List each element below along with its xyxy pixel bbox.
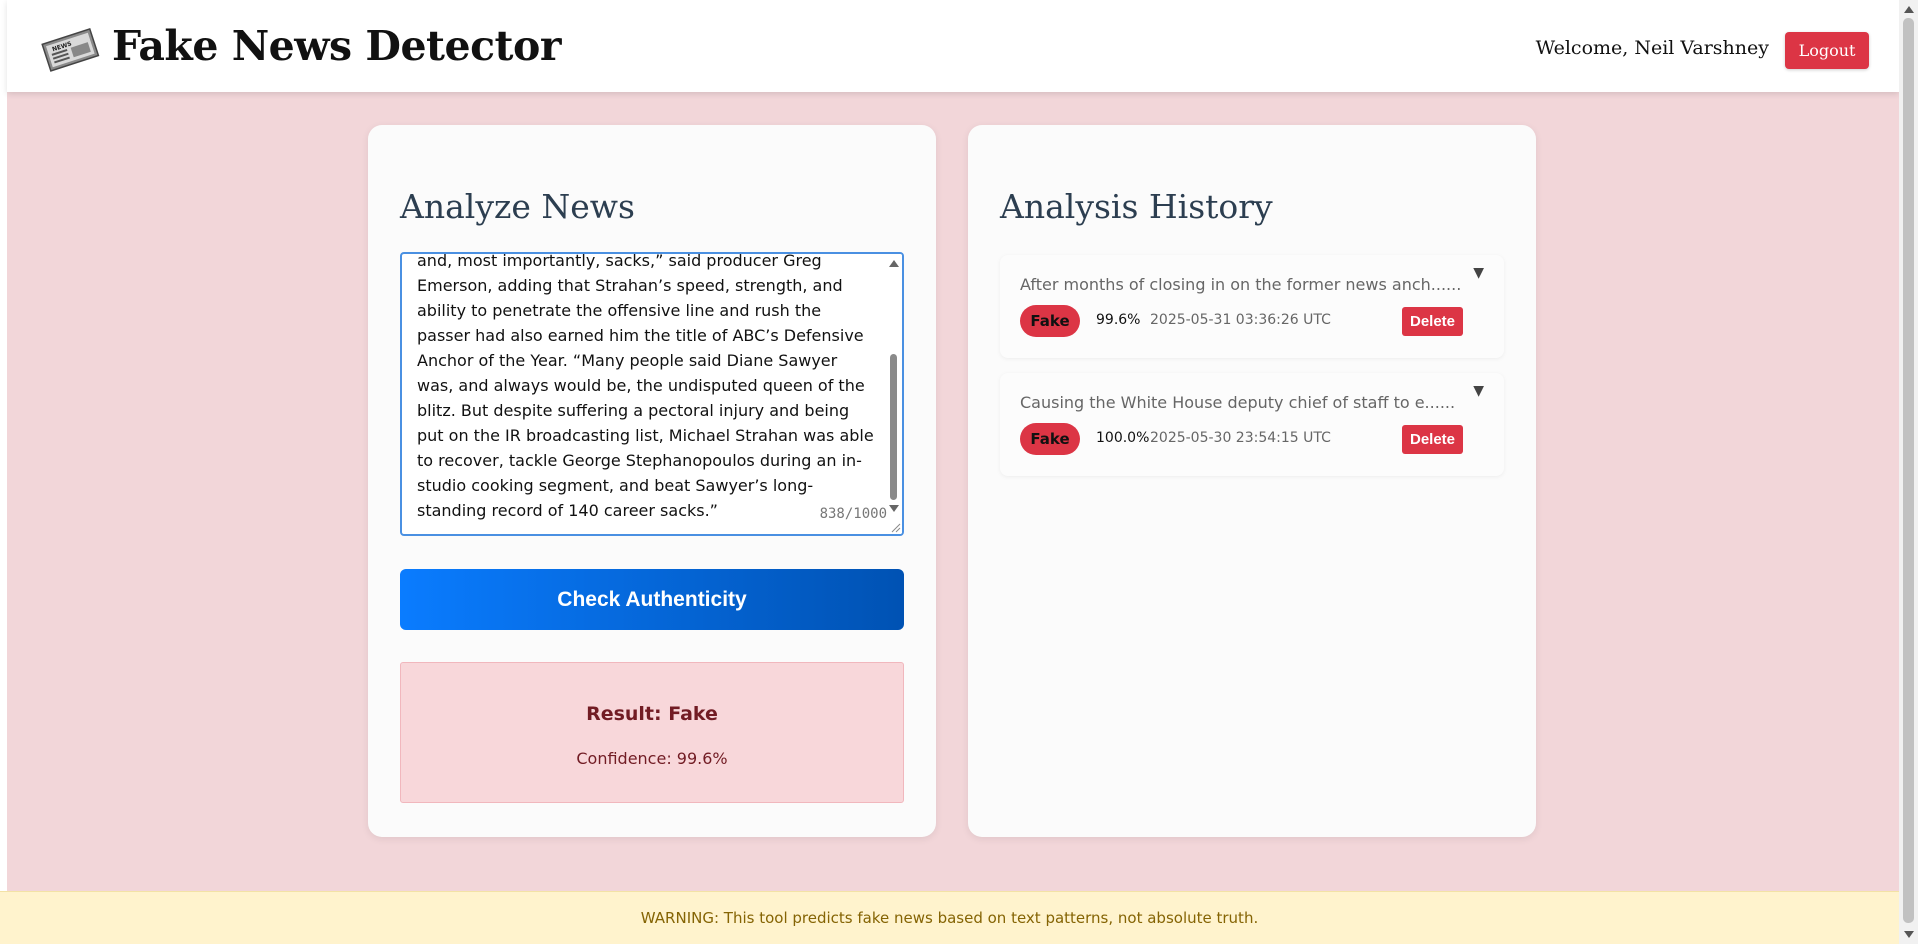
warning-footer: WARNING: This tool predicts fake news ba… — [0, 891, 1899, 944]
page-scroll-up-icon[interactable] — [1904, 6, 1914, 13]
history-confidence: 100.0% — [1096, 430, 1150, 446]
logout-button[interactable]: Logout — [1785, 32, 1869, 69]
page-background — [0, 0, 1899, 944]
result-label: Result: Fake — [586, 703, 718, 725]
scroll-down-icon[interactable] — [889, 505, 899, 512]
page-scrollbar[interactable] — [1899, 0, 1918, 944]
app-title: Fake News Detector — [112, 22, 561, 70]
welcome-message: Welcome, Neil Varshney — [1535, 37, 1769, 59]
history-item[interactable]: Causing the White House deputy chief of … — [1000, 373, 1504, 476]
news-text-value: and, most importantly, sacks,” said prod… — [417, 252, 879, 520]
analyze-title: Analyze News — [400, 187, 635, 226]
history-item-text: After months of closing in on the former… — [1020, 275, 1462, 294]
page-scroll-thumb[interactable] — [1903, 18, 1914, 923]
history-timestamp: 2025-05-31 03:36:26 UTC — [1150, 312, 1331, 328]
scroll-up-icon[interactable] — [889, 260, 899, 267]
check-authenticity-button[interactable]: Check Authenticity — [400, 569, 904, 630]
history-item-text: Causing the White House deputy chief of … — [1020, 393, 1456, 412]
history-item[interactable]: After months of closing in on the former… — [1000, 255, 1504, 358]
page-scroll-down-icon[interactable] — [1904, 931, 1914, 938]
expand-chevron-icon[interactable]: ▼ — [1473, 383, 1484, 399]
delete-button[interactable]: Delete — [1402, 425, 1463, 454]
fake-badge: Fake — [1020, 423, 1080, 455]
history-timestamp: 2025-05-30 23:54:15 UTC — [1150, 430, 1331, 446]
expand-chevron-icon[interactable]: ▼ — [1473, 265, 1484, 281]
char-counter: 838/1000 — [819, 506, 887, 522]
confidence-label: Confidence: 99.6% — [576, 749, 728, 768]
history-card: Analysis History After months of closing… — [968, 125, 1536, 837]
app-header: NEWS Fake News Detector Welcome, Neil Va… — [7, 0, 1899, 92]
delete-button[interactable]: Delete — [1402, 307, 1463, 336]
resize-handle-icon[interactable] — [889, 521, 901, 533]
analyze-card: Analyze News and, most importantly, sack… — [368, 125, 936, 837]
fake-badge: Fake — [1020, 305, 1080, 337]
result-panel: Result: Fake Confidence: 99.6% — [400, 662, 904, 803]
news-text-input[interactable]: and, most importantly, sacks,” said prod… — [400, 252, 904, 536]
history-confidence: 99.6% — [1096, 312, 1141, 328]
textarea-scrollbar[interactable] — [885, 254, 902, 534]
newspaper-icon: NEWS — [41, 27, 100, 72]
scroll-thumb[interactable] — [890, 354, 897, 500]
history-title: Analysis History — [1000, 187, 1273, 226]
